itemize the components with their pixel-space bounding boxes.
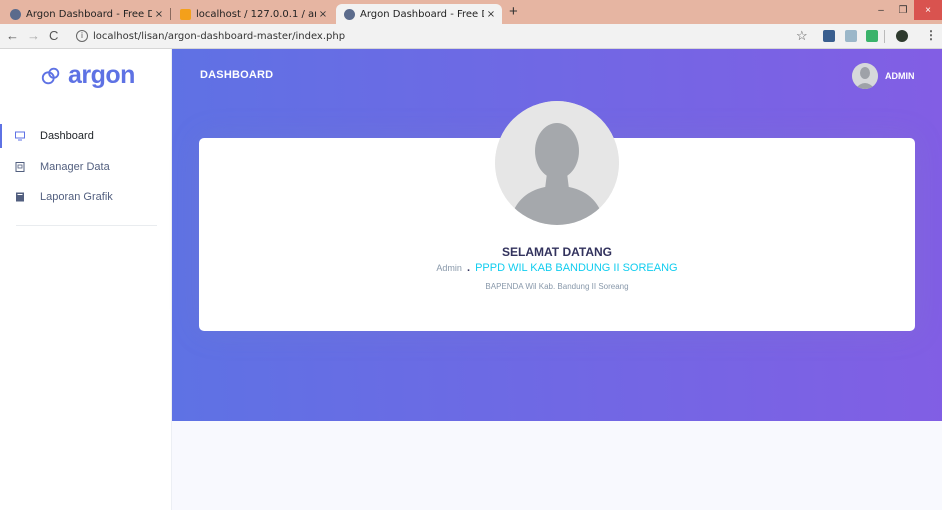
sidebar-item-label: Dashboard [40,130,94,142]
address-bar[interactable]: i localhost/lisan/argon-dashboard-master… [66,27,826,45]
browser-toolbar: ← → C i localhost/lisan/argon-dashboard-… [0,24,942,49]
database-icon [15,162,25,172]
avatar-favicon-icon [10,8,21,20]
sidebar-item-label: Laporan Grafik [40,191,113,203]
user-role: Admin [436,263,462,273]
reload-button[interactable]: C [49,28,58,44]
brand-name: argon [68,61,135,89]
browser-tab[interactable]: localhost / 127.0.0.1 / arsip / use × [172,4,334,24]
sidebar-divider [16,225,157,226]
user-silhouette-icon [495,101,619,225]
sidebar-item-manager-data[interactable]: Manager Data [0,152,172,182]
maximize-button[interactable]: ❐ [892,0,914,20]
url-text: localhost/lisan/argon-dashboard-master/i… [93,30,346,42]
browser-tab[interactable]: Argon Dashboard - Free Dashbo × [2,4,170,24]
tab-title: localhost / 127.0.0.1 / arsip / use [196,8,316,20]
user-menu[interactable]: ADMIN [852,63,915,89]
close-window-button[interactable]: × [914,0,942,20]
tab-divider [170,8,171,20]
extension-icon[interactable] [866,30,878,42]
separator: . [466,262,471,274]
sidebar-item-dashboard[interactable]: Dashboard [0,121,172,151]
extension-icon[interactable] [823,30,835,42]
sidebar: argon Dashboard Manager Data Laporan Gra… [0,49,172,510]
page-title[interactable]: DASHBOARD [200,69,273,81]
bookmark-star-icon[interactable]: ☆ [796,28,808,44]
avatar-favicon-icon [344,8,355,20]
browser-tab-active[interactable]: Argon Dashboard - Free Dashbo × [336,4,502,24]
browser-menu-icon[interactable]: ⋮ [925,28,937,42]
argon-logo-icon [41,67,60,84]
extension-icon[interactable] [845,30,857,42]
profile-avatar [495,101,619,225]
back-button[interactable]: ← [6,28,19,44]
tab-title: Argon Dashboard - Free Dashbo [26,8,152,20]
forward-button[interactable]: → [27,28,40,44]
site-info-icon[interactable]: i [76,30,88,42]
monitor-icon [15,131,25,141]
sidebar-item-laporan-grafik[interactable]: Laporan Grafik [0,182,172,212]
organization-name: PPPD WIL KAB BANDUNG II SOREANG [475,262,678,274]
new-tab-button[interactable]: + [509,4,518,20]
phpmyadmin-favicon-icon [180,8,191,20]
user-silhouette-icon [852,63,878,89]
welcome-heading: SELAMAT DATANG [502,245,612,259]
user-role-line: Admin . PPPD WIL KAB BANDUNG II SOREANG [199,262,915,274]
minimize-button[interactable]: – [870,0,892,20]
close-tab-icon[interactable]: × [152,9,166,20]
chart-icon [16,192,24,202]
browser-tab-strip: Argon Dashboard - Free Dashbo × localhos… [0,0,942,24]
agency-name: BAPENDA Wil Kab. Bandung II Soreang [485,282,629,291]
brand-logo[interactable]: argon [40,61,135,90]
close-tab-icon[interactable]: × [316,9,330,20]
tab-title: Argon Dashboard - Free Dashbo [360,8,484,20]
user-name: ADMIN [885,71,915,81]
profile-icon[interactable] [896,30,908,42]
avatar [852,63,878,89]
close-tab-icon[interactable]: × [484,9,498,20]
page: argon Dashboard Manager Data Laporan Gra… [0,49,942,510]
sidebar-item-label: Manager Data [40,161,110,173]
toolbar-divider [884,30,885,43]
